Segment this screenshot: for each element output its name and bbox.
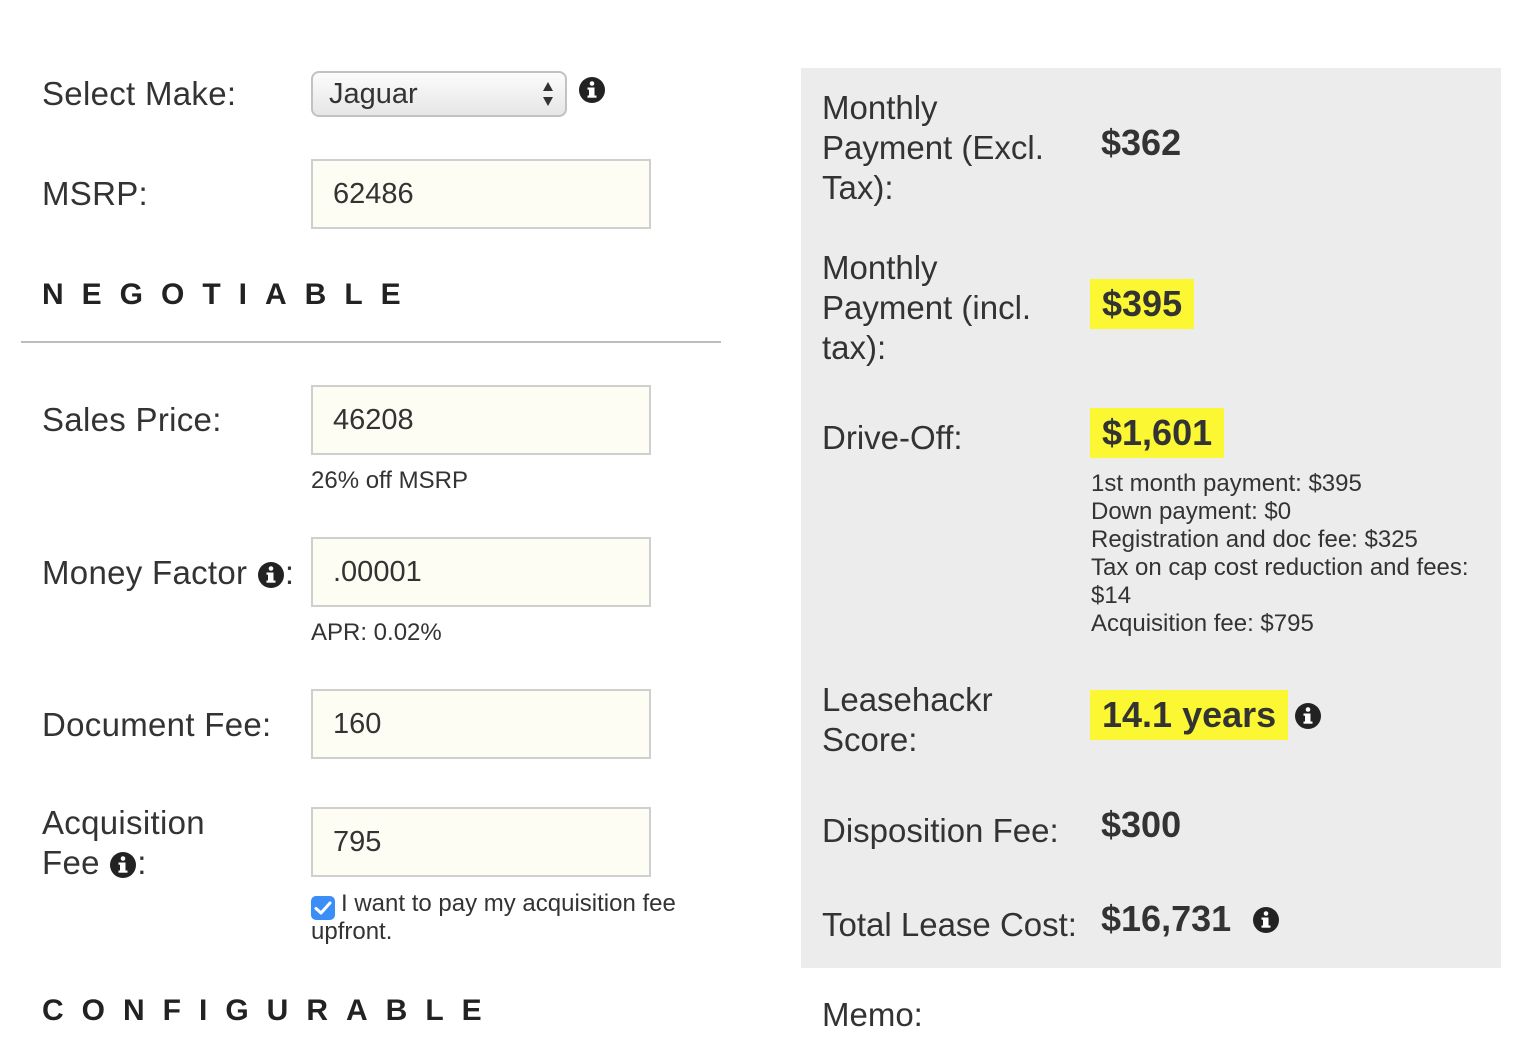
money-factor-colon: : — [284, 554, 295, 591]
monthly-excl-label-3: Tax): — [822, 169, 894, 206]
drive-off-value: $1,601 — [1090, 408, 1225, 458]
monthly-excl-label-1: Monthly — [822, 89, 938, 126]
sales-price-label: Sales Price: — [42, 401, 222, 438]
score-label-2: Score: — [822, 721, 918, 758]
total-value: $16,731 — [1101, 898, 1232, 939]
money-factor-input[interactable] — [311, 537, 651, 607]
configurable-heading: CONFIGURABLE — [42, 994, 500, 1027]
acq-fee-label-line2: Fee — [42, 844, 100, 881]
sales-price-hint: 26% off MSRP — [311, 467, 468, 494]
monthly-incl-label-2: Payment (incl. — [822, 289, 1032, 326]
money-factor-label-row: Money Factor : — [42, 553, 294, 593]
acq-fee-label-line1: Acquisition — [42, 804, 205, 841]
breakdown-line: Registration and doc fee: $325 — [1091, 526, 1418, 553]
drive-off-label: Drive-Off: — [822, 419, 963, 456]
monthly-incl-value: $395 — [1090, 279, 1195, 329]
monthly-excl-label-2: Payment (Excl. — [822, 129, 1044, 166]
disposition-label: Disposition Fee: — [822, 812, 1059, 849]
info-icon[interactable] — [1252, 906, 1280, 934]
doc-fee-label: Document Fee: — [42, 706, 272, 743]
drive-off-breakdown: 1st month payment: $395 Down payment: $0… — [1091, 470, 1471, 638]
make-select[interactable]: Jaguar — [311, 71, 567, 117]
msrp-label: MSRP: — [42, 175, 149, 212]
monthly-excl-value: $362 — [1101, 122, 1182, 163]
memo-label: Memo: — [822, 996, 923, 1033]
doc-fee-input[interactable] — [311, 689, 651, 759]
breakdown-line: Acquisition fee: $795 — [1091, 610, 1314, 637]
money-factor-label: Money Factor — [42, 554, 248, 591]
acq-fee-label-row: Fee : — [42, 843, 147, 883]
info-icon[interactable] — [1294, 702, 1322, 730]
score-label-1: Leasehackr — [822, 681, 993, 718]
info-icon[interactable] — [257, 561, 285, 589]
apr-hint: APR: 0.02% — [311, 619, 442, 646]
sales-price-input[interactable] — [311, 385, 651, 455]
breakdown-line: 1st month payment: $395 — [1091, 470, 1362, 497]
make-label: Select Make: — [42, 75, 237, 112]
info-icon[interactable] — [109, 851, 137, 879]
disposition-value: $300 — [1101, 804, 1182, 845]
score-value: 14.1 years — [1090, 690, 1289, 740]
total-label: Total Lease Cost: — [822, 906, 1077, 943]
monthly-incl-label-3: tax): — [822, 329, 887, 366]
negotiable-heading: NEGOTIABLE — [42, 278, 419, 311]
acq-upfront-checkbox[interactable] — [311, 896, 335, 920]
select-arrows-icon — [543, 82, 553, 106]
msrp-input[interactable] — [311, 159, 651, 229]
make-select-value: Jaguar — [329, 78, 418, 110]
acq-fee-input[interactable] — [311, 807, 651, 877]
section-divider — [21, 341, 721, 343]
breakdown-line: Tax on cap cost reduction and fees: $14 — [1091, 554, 1469, 609]
acq-fee-colon: : — [137, 844, 147, 881]
monthly-incl-label-1: Monthly — [822, 249, 938, 286]
info-icon[interactable] — [578, 76, 606, 104]
checkmark-icon — [314, 901, 332, 915]
breakdown-line: Down payment: $0 — [1091, 498, 1292, 525]
acq-upfront-label: I want to pay my acquisition fee upfront… — [311, 890, 676, 945]
